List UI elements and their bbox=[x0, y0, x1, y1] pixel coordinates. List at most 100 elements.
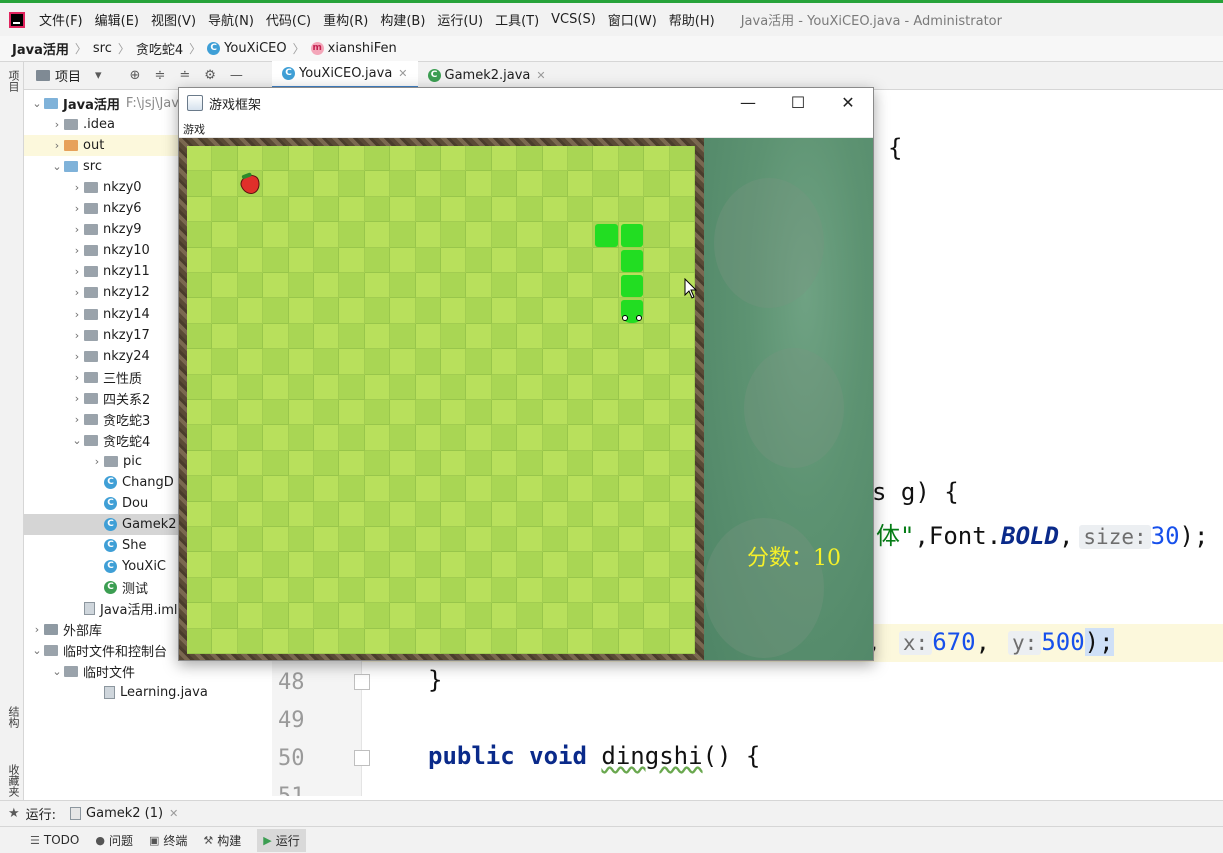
tool-tab-problems[interactable]: ● 问题 bbox=[95, 832, 133, 849]
gear-icon[interactable]: ⚙ bbox=[204, 68, 216, 83]
fold-marker-icon[interactable] bbox=[354, 750, 370, 766]
tool-tab-terminal[interactable]: ▣ 终端 bbox=[149, 832, 187, 849]
board-cell bbox=[314, 400, 340, 426]
board-cell bbox=[415, 222, 441, 248]
menu-tools[interactable]: 工具(T) bbox=[495, 10, 539, 29]
chevron-down-icon[interactable]: ⌄ bbox=[50, 160, 64, 173]
chevron-right-icon[interactable]: › bbox=[70, 223, 84, 236]
tab-youxiceo[interactable]: C YouXiCEO.java ✕ bbox=[272, 61, 418, 89]
chevron-right-icon[interactable]: › bbox=[70, 265, 84, 278]
board-cell bbox=[187, 603, 213, 629]
tool-tab-label: 构建 bbox=[217, 833, 242, 848]
game-titlebar[interactable]: 游戏框架 — ☐ ✕ bbox=[179, 88, 873, 118]
board-cell bbox=[415, 298, 441, 324]
project-tool-tab[interactable]: 项目 bbox=[3, 70, 21, 92]
board-cell bbox=[390, 527, 416, 553]
board-cell bbox=[390, 577, 416, 604]
chevron-down-icon[interactable]: ▾ bbox=[95, 68, 102, 83]
collapse-all-icon[interactable]: ≐ bbox=[179, 68, 190, 83]
fold-marker-icon[interactable] bbox=[354, 674, 370, 690]
menu-file[interactable]: 文件(F) bbox=[39, 10, 83, 29]
chevron-down-icon[interactable]: ⌄ bbox=[30, 644, 44, 657]
game-canvas[interactable]: 分数：10 bbox=[179, 138, 873, 660]
board-cell bbox=[644, 196, 670, 223]
chevron-right-icon[interactable]: › bbox=[50, 118, 64, 131]
board-cell bbox=[618, 476, 645, 502]
tab-gamek2[interactable]: C Gamek2.java ✕ bbox=[418, 61, 556, 89]
game-window[interactable]: 游戏框架 — ☐ ✕ 游戏 分数：10 bbox=[178, 87, 874, 661]
menu-view[interactable]: 视图(V) bbox=[151, 10, 196, 29]
breadcrumb-package[interactable]: 贪吃蛇4 bbox=[136, 39, 183, 58]
board-cell bbox=[288, 603, 314, 629]
chevron-right-icon[interactable]: › bbox=[70, 308, 84, 321]
board-cell bbox=[364, 171, 391, 197]
run-tab[interactable]: Gamek2 (1) ✕ bbox=[70, 806, 178, 821]
locate-icon[interactable]: ⊕ bbox=[130, 68, 141, 83]
chevron-down-icon[interactable]: ⌄ bbox=[30, 97, 44, 110]
board-cell bbox=[669, 247, 695, 273]
minimize-icon[interactable]: — bbox=[737, 92, 759, 114]
breadcrumb-class[interactable]: C YouXiCEO bbox=[207, 41, 287, 56]
code-string: 体" bbox=[876, 522, 915, 550]
menu-navigate[interactable]: 导航(N) bbox=[208, 10, 254, 29]
menu-build[interactable]: 构建(B) bbox=[380, 10, 425, 29]
menu-vcs[interactable]: VCS(S) bbox=[551, 12, 596, 27]
chevron-right-icon[interactable]: › bbox=[30, 623, 44, 636]
tree-item-label: Java活用.iml bbox=[100, 603, 178, 619]
chevron-right-icon[interactable]: › bbox=[70, 329, 84, 342]
chevron-right-icon[interactable]: › bbox=[70, 244, 84, 257]
breadcrumb-method[interactable]: m xianshiFen bbox=[310, 41, 397, 56]
tool-tab-todo[interactable]: ☰ TODO bbox=[30, 833, 79, 847]
tool-tab-build[interactable]: ⚒ 构建 bbox=[203, 832, 241, 849]
game-menu-item[interactable]: 游戏 bbox=[183, 121, 205, 137]
folder-icon bbox=[84, 182, 98, 194]
chevron-right-icon[interactable]: › bbox=[70, 350, 84, 363]
board-cell bbox=[288, 425, 314, 451]
menu-code[interactable]: 代码(C) bbox=[266, 10, 311, 29]
close-icon[interactable]: ✕ bbox=[398, 67, 407, 80]
chevron-down-icon[interactable]: ⌄ bbox=[50, 665, 64, 678]
close-icon[interactable]: ✕ bbox=[536, 69, 545, 82]
expand-all-icon[interactable]: ≑ bbox=[154, 68, 165, 83]
board-cell bbox=[542, 298, 568, 324]
menu-help[interactable]: 帮助(H) bbox=[669, 10, 715, 29]
favorites-tool-tab[interactable]: 收藏夹 bbox=[3, 764, 21, 797]
close-icon[interactable]: ✕ bbox=[837, 92, 859, 114]
board-cell bbox=[593, 628, 619, 654]
chevron-right-icon[interactable]: › bbox=[70, 371, 84, 384]
board-cell bbox=[441, 552, 467, 578]
board-cell bbox=[441, 450, 467, 477]
breadcrumb-src[interactable]: src bbox=[93, 41, 112, 56]
chevron-right-icon[interactable]: › bbox=[90, 455, 104, 468]
tree-item[interactable]: Learning.java bbox=[24, 682, 272, 703]
chevron-right-icon[interactable]: › bbox=[70, 413, 84, 426]
board-cell bbox=[491, 577, 518, 604]
chevron-right-icon[interactable]: › bbox=[70, 181, 84, 194]
board-cell bbox=[364, 222, 391, 248]
board-cell bbox=[542, 374, 568, 400]
menu-edit[interactable]: 编辑(E) bbox=[95, 10, 139, 29]
chevron-right-icon[interactable]: › bbox=[70, 202, 84, 215]
chevron-right-icon[interactable]: › bbox=[70, 286, 84, 299]
chevron-down-icon[interactable]: ⌄ bbox=[70, 434, 84, 447]
chevron-right-icon[interactable]: › bbox=[50, 139, 64, 152]
line-number: 51 bbox=[278, 784, 318, 796]
close-icon[interactable]: ✕ bbox=[169, 807, 178, 820]
tool-tab-run[interactable]: ▶ 运行 bbox=[257, 828, 306, 852]
tree-item[interactable]: ⌄ 临时文件 bbox=[24, 661, 272, 682]
chevron-right-icon[interactable]: › bbox=[70, 392, 84, 405]
menu-refactor[interactable]: 重构(R) bbox=[323, 10, 368, 29]
hide-panel-icon[interactable]: — bbox=[230, 68, 243, 83]
board-cell bbox=[542, 501, 568, 527]
game-board[interactable] bbox=[187, 146, 695, 654]
board-cell bbox=[491, 476, 518, 502]
breadcrumb-project[interactable]: Java活用 bbox=[12, 39, 69, 58]
maximize-icon[interactable]: ☐ bbox=[787, 92, 809, 114]
menu-window[interactable]: 窗口(W) bbox=[608, 10, 657, 29]
folder-icon bbox=[84, 371, 98, 383]
board-cell bbox=[314, 450, 340, 477]
menu-run[interactable]: 运行(U) bbox=[437, 10, 483, 29]
project-panel-title[interactable]: 项目 bbox=[55, 66, 81, 85]
structure-tool-tab[interactable]: 结构 bbox=[3, 706, 21, 728]
board-cell bbox=[339, 577, 365, 604]
